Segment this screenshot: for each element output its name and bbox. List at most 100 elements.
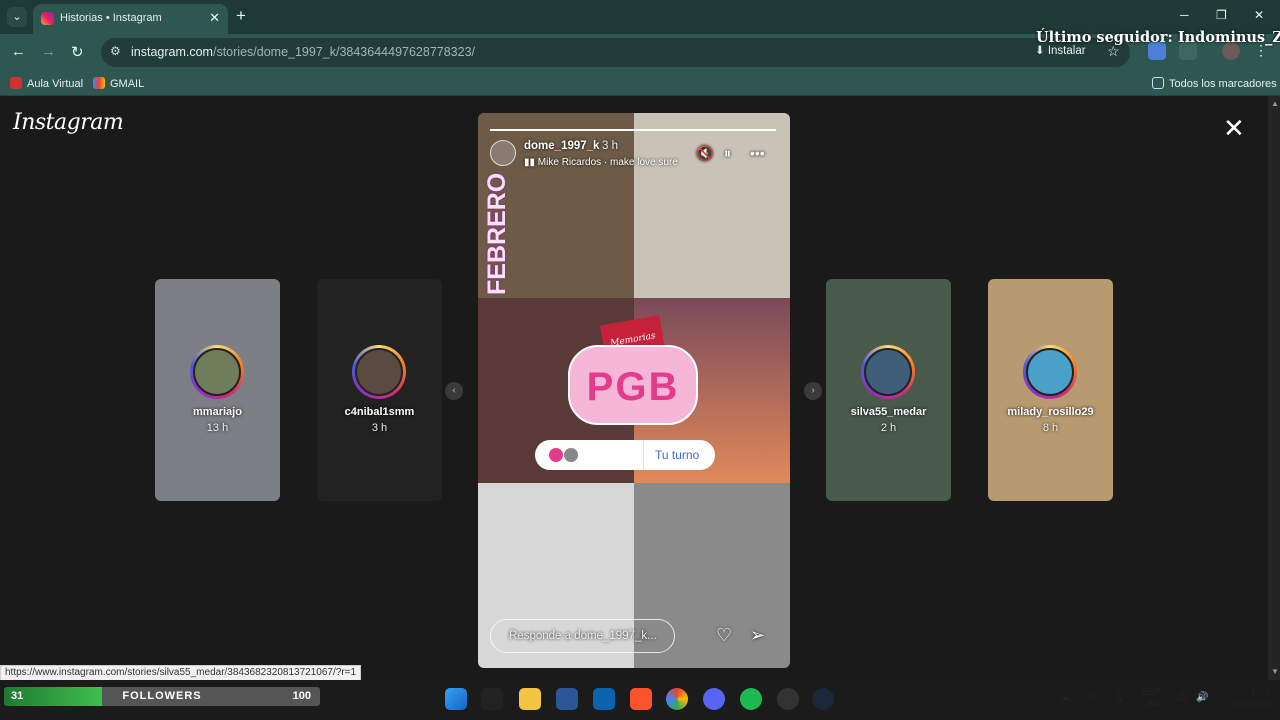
- story-age: 13 h: [206, 422, 229, 434]
- mute-icon[interactable]: 🔇: [696, 145, 713, 162]
- address-bar[interactable]: ⚙ instagram.com/stories/dome_1997_k/3843…: [101, 38, 1130, 67]
- story-card-milady-rosillo29[interactable]: milady_rosillo29 8 h: [988, 279, 1113, 501]
- bookmark-aula-virtual[interactable]: Aula Virtual: [10, 77, 83, 90]
- your-turn-sticker[interactable]: Tu turno: [535, 440, 715, 470]
- followers-goal: 100: [292, 690, 311, 702]
- brave-icon[interactable]: [630, 688, 652, 710]
- minimize-icon[interactable]: ─: [1180, 8, 1189, 22]
- divider: [643, 440, 644, 470]
- share-send-icon[interactable]: ➢: [750, 625, 765, 646]
- story-owner-avatar[interactable]: [490, 140, 516, 166]
- steam-icon[interactable]: [812, 688, 834, 710]
- instagram-logo[interactable]: Instagram: [13, 110, 124, 135]
- bookmark-label: GMAIL: [110, 78, 145, 90]
- next-story-arrow[interactable]: ›: [804, 382, 822, 400]
- new-tab-button[interactable]: +: [236, 6, 246, 26]
- volume-icon[interactable]: 🔊: [1196, 692, 1208, 704]
- avatar: [355, 348, 403, 396]
- instagram-favicon-icon: [41, 12, 54, 25]
- pgb-sticker: PGB: [568, 345, 698, 425]
- link-preview-status: https://www.instagram.com/stories/silva5…: [0, 665, 362, 680]
- word-icon[interactable]: [556, 688, 578, 710]
- stream-latest-follower-overlay: Último seguidor: Indominus_Z: [1036, 29, 1280, 46]
- story-progress-bar: [490, 129, 776, 131]
- story-age: 2 h: [880, 422, 897, 434]
- story-age: 8 h: [1042, 422, 1059, 434]
- onedrive-icon[interactable]: ☁: [1060, 692, 1070, 704]
- forward-button[interactable]: →: [41, 43, 56, 60]
- lang-bottom: LAA: [1141, 699, 1161, 710]
- active-tab[interactable]: Historias • Instagram ✕: [33, 4, 228, 34]
- scroll-down-arrow-icon[interactable]: ▼: [1271, 667, 1279, 676]
- story-age: 3 h: [371, 422, 388, 434]
- avatar: [193, 348, 241, 396]
- chrome-icon[interactable]: [666, 688, 688, 710]
- story-card-silva55-medar[interactable]: silva55_medar 2 h: [826, 279, 951, 501]
- gmail-icon: [93, 77, 105, 89]
- followers-label: FOLLOWERS: [122, 690, 202, 702]
- instagram-stories-viewer: Instagram ✕ mmariajo 13 h c4nibal1smm 3 …: [0, 96, 1268, 680]
- scroll-up-arrow-icon[interactable]: ▲: [1271, 99, 1279, 108]
- more-options-icon[interactable]: •••: [750, 145, 765, 161]
- story-avatar-ring: [861, 345, 915, 399]
- story-username: milady_rosillo29: [1007, 406, 1094, 418]
- obs-icon[interactable]: [777, 688, 799, 710]
- windows-start-icon[interactable]: [445, 688, 467, 710]
- url-path: /stories/dome_1997_k/3843644497628778323…: [212, 45, 476, 59]
- story-owner-name[interactable]: dome_1997_k: [524, 140, 599, 152]
- language-indicator[interactable]: ESP LAA: [1140, 687, 1162, 711]
- tab-close-icon[interactable]: ✕: [209, 10, 220, 26]
- story-owner-age: 3 h: [602, 140, 618, 152]
- story-progress-fill: [490, 129, 776, 131]
- discord-icon[interactable]: [703, 688, 725, 710]
- story-avatar-ring: [352, 345, 406, 399]
- clock-time: 1:12: [1250, 687, 1270, 698]
- site-info-icon[interactable]: ⚙: [110, 44, 121, 58]
- tab-search-button[interactable]: ⌄: [7, 7, 27, 27]
- outlook-icon[interactable]: [593, 688, 615, 710]
- aula-virtual-icon: [10, 77, 22, 89]
- back-button[interactable]: ←: [11, 43, 26, 60]
- page-scrollbar[interactable]: ▲ ▼: [1268, 96, 1280, 680]
- microphone-icon[interactable]: 🎙: [1113, 692, 1126, 704]
- story-username: mmariajo: [193, 406, 242, 418]
- sync-icon[interactable]: ⟳: [1087, 692, 1095, 704]
- all-bookmarks-label: Todos los marcadores: [1169, 78, 1277, 90]
- close-stories-button[interactable]: ✕: [1223, 115, 1245, 141]
- story-card-c4nibal1smm[interactable]: c4nibal1smm 3 h: [317, 279, 442, 501]
- bookmarks-bar: Aula Virtual GMAIL Todos los marcadores: [0, 71, 1280, 96]
- reply-input[interactable]: Responde a dome_1997_k...: [490, 619, 675, 653]
- folder-icon: [1152, 77, 1164, 89]
- task-view-icon[interactable]: [481, 688, 503, 710]
- your-turn-label: Tu turno: [655, 448, 700, 462]
- participant-avatar: [564, 448, 578, 462]
- all-bookmarks-folder[interactable]: Todos los marcadores: [1152, 77, 1277, 90]
- avatar: [864, 348, 912, 396]
- followers-goal-widget: 31 FOLLOWERS 100: [4, 687, 320, 706]
- story-username: c4nibal1smm: [344, 406, 415, 418]
- collage-text-febrero: FEBRERO: [483, 172, 511, 295]
- collage-photo-gallery: [634, 113, 790, 298]
- previous-story-arrow[interactable]: ‹: [445, 382, 463, 400]
- show-hidden-icons-chevron-icon[interactable]: ⌃: [1033, 692, 1041, 704]
- reload-button[interactable]: ↻: [71, 43, 84, 61]
- window-close-icon[interactable]: ✕: [1254, 8, 1264, 22]
- clock-date: 2/3/2026: [1231, 699, 1270, 710]
- add-yours-icon: [549, 448, 563, 462]
- story-music-label[interactable]: ▮▮ Mike Ricardos · make love sure: [524, 157, 678, 168]
- active-story[interactable]: FEBRERO Memorias PGB dome_1997_k 3 h ▮▮ …: [478, 113, 790, 668]
- avatar: [1026, 348, 1074, 396]
- file-explorer-icon[interactable]: [519, 688, 541, 710]
- pause-icon[interactable]: ⏸: [724, 145, 731, 162]
- like-heart-icon[interactable]: ♡: [716, 625, 732, 646]
- network-icon[interactable]: 🖧: [1176, 692, 1187, 704]
- bookmark-gmail[interactable]: GMAIL: [93, 77, 144, 90]
- clock[interactable]: 1:12 2/3/2026: [1220, 687, 1270, 711]
- tab-title: Historias • Instagram: [60, 12, 162, 24]
- music-text: Mike Ricardos · make love sure: [537, 157, 678, 168]
- url-text[interactable]: instagram.com/stories/dome_1997_k/384364…: [131, 45, 475, 59]
- spotify-icon[interactable]: [740, 688, 762, 710]
- story-card-mmariajo[interactable]: mmariajo 13 h: [155, 279, 280, 501]
- url-host: instagram.com: [131, 45, 213, 59]
- restore-icon[interactable]: ❐: [1216, 8, 1227, 22]
